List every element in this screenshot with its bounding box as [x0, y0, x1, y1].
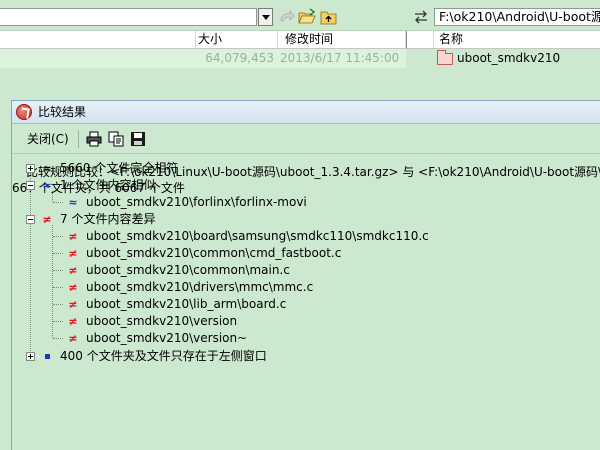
tree-leaf-different[interactable]: ≠ uboot_smdkv210\version: [66, 313, 237, 330]
tree-connector: [53, 270, 63, 271]
tree-leaf-different[interactable]: ≠ uboot_smdkv210\drivers\mmc\mmc.c: [66, 279, 313, 296]
tree-node-label: 5660 个文件完全相符: [60, 161, 179, 175]
dialog-toolbar: 关闭(C): [12, 124, 600, 154]
toolbar-separator: [77, 129, 79, 148]
equal-icon: =: [42, 162, 52, 175]
tree-connector: [53, 236, 63, 237]
tree-leaf-different[interactable]: ≠ uboot_smdkv210\lib_arm\board.c: [66, 296, 286, 313]
not-equal-icon: ≠: [68, 298, 78, 311]
tree-leaf-similar[interactable]: ≈ uboot_smdkv210\forlinx\forlinx-movi: [66, 194, 307, 211]
print-icon[interactable]: [85, 130, 103, 148]
column-header-modified[interactable]: 修改时间: [278, 31, 406, 48]
sync-arrows-icon[interactable]: [412, 8, 430, 26]
tree-leaf-label: uboot_smdkv210\version: [86, 314, 238, 328]
file-row[interactable]: 64,079,453 2013/6/17 11:45:00 uboot_smdk…: [0, 49, 600, 68]
file-list-header: 大小 修改时间 名称: [0, 31, 600, 49]
tree-connector: [53, 338, 63, 339]
column-header-name[interactable]: 名称: [434, 31, 600, 48]
collapse-icon[interactable]: [26, 215, 35, 224]
not-equal-icon: ≠: [68, 315, 78, 328]
tree-leaf-different[interactable]: ≠ uboot_smdkv210\board\samsung\smdkc110\…: [66, 228, 429, 245]
open-folder-icon[interactable]: [298, 8, 316, 26]
view-dropdown[interactable]: [0, 8, 257, 26]
tree-connector: [53, 253, 63, 254]
expand-icon[interactable]: [26, 352, 35, 361]
left-only-icon: [40, 354, 54, 359]
tree-connector: [53, 287, 63, 288]
collapse-icon[interactable]: [26, 181, 35, 190]
file-modified: 2013/6/17 11:45:00: [280, 51, 400, 65]
column-header-size[interactable]: 大小: [196, 31, 278, 48]
tree-leaf-label: uboot_smdkv210\board\samsung\smdkc110\sm…: [86, 229, 429, 243]
pane-divider[interactable]: [406, 31, 434, 48]
dialog-title-bar[interactable]: 比较结果: [12, 101, 600, 124]
compare-result-dialog: 比较结果 关闭(C) 比较规则比较：<F:\ok210\Linux\U-boot…: [11, 100, 600, 450]
tree-node-identical[interactable]: = 5660 个文件完全相符: [26, 160, 178, 177]
tree-leaf-different[interactable]: ≠ uboot_smdkv210\common\cmd_fastboot.c: [66, 245, 341, 262]
tree-connector: [53, 304, 63, 305]
tree-leaf-label: uboot_smdkv210\forlinx\forlinx-movi: [86, 195, 307, 209]
save-icon[interactable]: [129, 130, 147, 148]
forward-arrow-icon[interactable]: [278, 8, 296, 26]
column-header-blank: [0, 31, 196, 48]
similar-icon: ≈: [68, 196, 78, 209]
not-equal-icon: ≠: [68, 281, 78, 294]
similar-icon: ≈: [42, 179, 52, 192]
folder-icon: [437, 49, 453, 65]
tree-connector: [53, 202, 63, 203]
tree-node-different[interactable]: ≠ 7 个文件内容差异: [26, 211, 155, 228]
tree-node-left-only[interactable]: 400 个文件夹及文件只存在于左侧窗口: [26, 348, 267, 365]
app-logo-icon: [16, 104, 32, 120]
tree-leaf-label: uboot_smdkv210\drivers\mmc\mmc.c: [86, 280, 314, 294]
tree-leaf-label: uboot_smdkv210\version~: [86, 331, 248, 345]
chevron-down-icon: [261, 14, 270, 20]
tree-leaf-different[interactable]: ≠ uboot_smdkv210\version~: [66, 330, 247, 347]
file-name-cell[interactable]: uboot_smdkv210: [434, 49, 560, 68]
tree-leaf-different[interactable]: ≠ uboot_smdkv210\common\main.c: [66, 262, 290, 279]
file-name: uboot_smdkv210: [457, 51, 561, 65]
tree-leaf-label: uboot_smdkv210\common\cmd_fastboot.c: [86, 246, 342, 260]
not-equal-icon: ≠: [68, 247, 78, 260]
up-folder-icon[interactable]: [320, 8, 338, 26]
expand-icon[interactable]: [26, 164, 35, 173]
top-toolbar: F:\ok210\Android\U-boot源码: [0, 0, 600, 31]
close-button[interactable]: 关闭(C): [22, 129, 74, 149]
tree-connector: [30, 173, 31, 355]
not-equal-icon: ≠: [68, 332, 78, 345]
not-equal-icon: ≠: [68, 230, 78, 243]
tree-leaf-label: uboot_smdkv210\common\main.c: [86, 263, 290, 277]
tree-leaf-label: uboot_smdkv210\lib_arm\board.c: [86, 297, 287, 311]
tree-node-similar[interactable]: ≈ 1 个文件内容相似: [26, 177, 155, 194]
tree-node-label: 400 个文件夹及文件只存在于左侧窗口: [60, 349, 267, 363]
tree-node-label: 7 个文件内容差异: [60, 212, 156, 226]
tree-node-label: 1 个文件内容相似: [60, 178, 156, 192]
tree-connector: [53, 321, 63, 322]
dropdown-button[interactable]: [258, 8, 273, 26]
path-field[interactable]: F:\ok210\Android\U-boot源码: [434, 8, 600, 26]
dialog-title: 比较结果: [38, 105, 87, 119]
not-equal-icon: ≠: [68, 264, 78, 277]
copy-icon[interactable]: [107, 130, 125, 148]
file-size: 64,079,453: [205, 51, 274, 65]
not-equal-icon: ≠: [42, 213, 52, 226]
